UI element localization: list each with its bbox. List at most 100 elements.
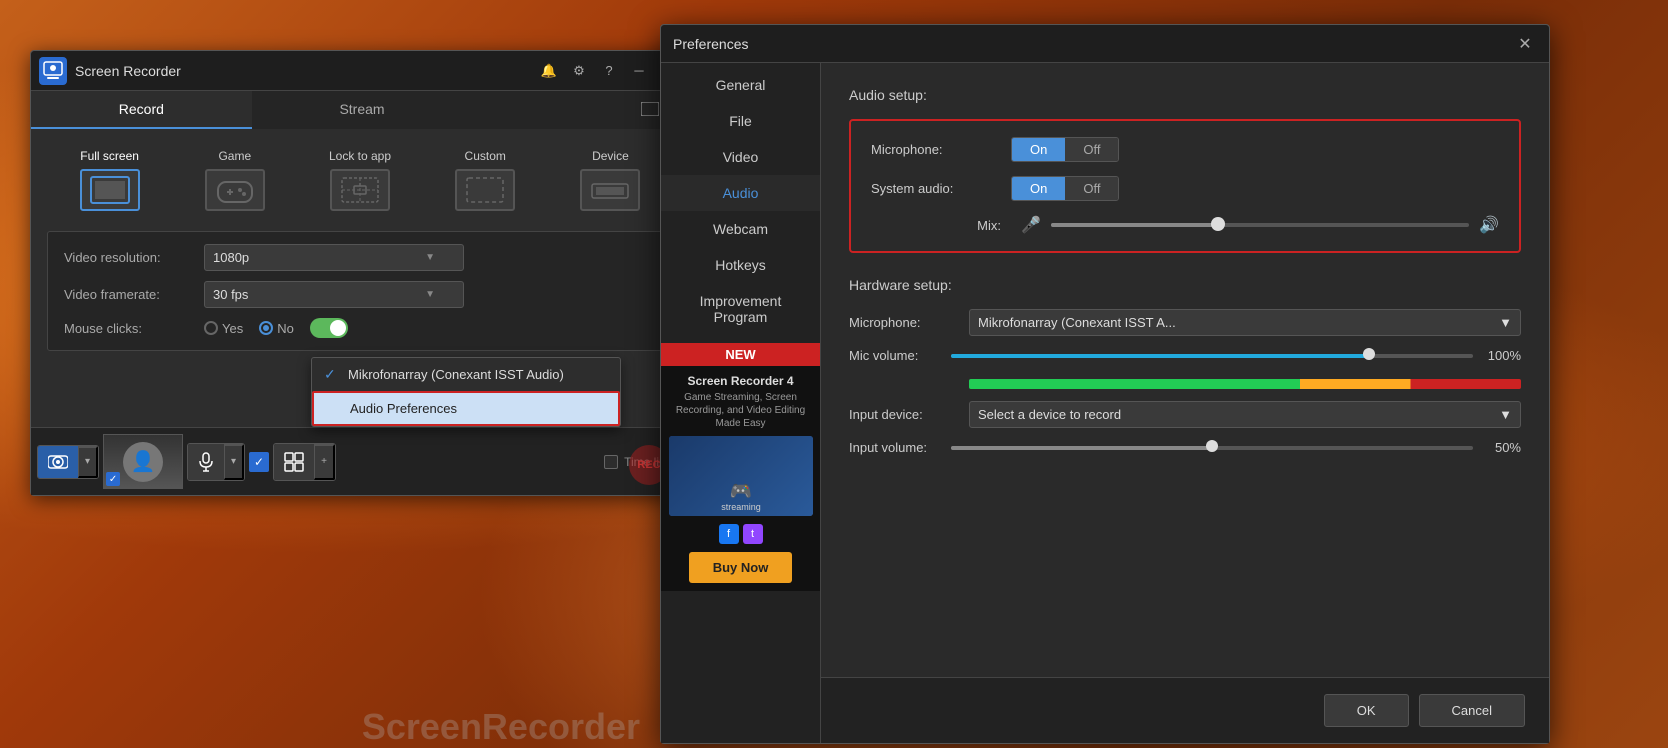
nav-improvement[interactable]: Improvement Program — [661, 283, 820, 335]
microphone-mix-icon: 🎤 — [1021, 215, 1041, 235]
cancel-button[interactable]: Cancel — [1419, 694, 1525, 727]
nav-hotkeys[interactable]: Hotkeys — [661, 247, 820, 283]
system-audio-off-button[interactable]: Off — [1065, 177, 1118, 200]
microphone-button[interactable] — [188, 444, 224, 480]
mode-fullscreen[interactable]: Full screen — [47, 145, 172, 215]
ad-thumbnail: 🎮 streaming ▶ — [669, 436, 813, 516]
input-device-dropdown-arrow: ▼ — [1499, 407, 1512, 422]
bottom-toolbar: ▾ 👤 ✓ ▾ ✓ + REC — [31, 427, 689, 495]
mix-row: Mix: 🎤 🔊 — [871, 215, 1499, 235]
ad-buy-button[interactable]: Buy Now — [689, 552, 793, 583]
mic-level-bar-container — [969, 375, 1521, 389]
mic-volume-thumb — [1363, 348, 1375, 360]
camera-dropdown-button[interactable]: ▾ — [78, 446, 98, 478]
mic-volume-label: Mic volume: — [849, 348, 951, 363]
pref-close-button[interactable]: ✕ — [1513, 32, 1537, 56]
camera-button[interactable] — [38, 446, 78, 478]
time-limit-checkbox[interactable] — [604, 455, 618, 469]
mic-check-indicator: ✓ — [249, 452, 269, 472]
microphone-audio-label: Microphone: — [871, 142, 1011, 157]
ok-button[interactable]: OK — [1324, 694, 1409, 727]
mic-level-row — [849, 375, 1521, 389]
mode-lock-icon — [330, 169, 390, 211]
mouse-yes-radio[interactable]: Yes — [204, 321, 243, 336]
mix-slider[interactable] — [1051, 223, 1469, 227]
checkmark-icon: ✓ — [324, 366, 340, 383]
mouse-clicks-toggle[interactable] — [310, 318, 348, 338]
dropdown-item-audio-preferences[interactable]: Audio Preferences — [312, 391, 620, 426]
tab-record[interactable]: Record — [31, 91, 252, 129]
camera-preview: 👤 ✓ — [103, 434, 183, 489]
effects-button[interactable] — [274, 444, 314, 480]
sr-logo-icon — [39, 57, 67, 85]
mic-volume-slider-row: 100% — [951, 348, 1521, 363]
dropdown-item-mikrofonarray[interactable]: ✓ Mikrofonarray (Conexant ISST Audio) — [312, 358, 620, 391]
mic-volume-slider[interactable] — [951, 354, 1473, 358]
effects-dropdown-button[interactable]: + — [314, 444, 335, 480]
speaker-mix-icon: 🔊 — [1479, 215, 1499, 235]
sr-window-title: Screen Recorder — [75, 63, 537, 79]
audio-dropdown-menu: ✓ Mikrofonarray (Conexant ISST Audio) Au… — [311, 357, 621, 427]
audio-setup-title: Audio setup: — [849, 87, 1521, 103]
hardware-setup-title: Hardware setup: — [849, 277, 1521, 293]
nav-general[interactable]: General — [661, 67, 820, 103]
input-volume-thumb — [1206, 440, 1218, 452]
video-resolution-label: Video resolution: — [64, 250, 204, 265]
facebook-icon: f — [719, 524, 739, 544]
audio-setup-box: Microphone: On Off System audio: On Off — [849, 119, 1521, 253]
pref-content: Audio setup: Microphone: On Off System a… — [821, 63, 1549, 677]
pref-title: Preferences — [673, 36, 1513, 52]
video-framerate-dropdown[interactable]: 30 fps ▼ — [204, 281, 656, 308]
microphone-on-button[interactable]: On — [1012, 138, 1065, 161]
microphone-toggle-row: Microphone: On Off — [871, 137, 1499, 162]
mic-volume-row: Mic volume: 100% — [849, 348, 1521, 363]
mode-custom[interactable]: Custom — [423, 145, 548, 215]
mode-selector: Full screen Game Lock to app Custom — [47, 145, 673, 215]
video-framerate-label: Video framerate: — [64, 287, 204, 302]
nav-webcam[interactable]: Webcam — [661, 211, 820, 247]
system-audio-on-button[interactable]: On — [1012, 177, 1065, 200]
mic-level-bar — [969, 379, 1521, 389]
mode-lock-to-app[interactable]: Lock to app — [297, 145, 422, 215]
mode-game-icon — [205, 169, 265, 211]
mode-custom-icon — [455, 169, 515, 211]
mode-game[interactable]: Game — [172, 145, 297, 215]
video-resolution-row: Video resolution: 1080p ▼ — [64, 244, 656, 271]
minimize-button[interactable]: ─ — [627, 59, 651, 83]
tab-stream[interactable]: Stream — [252, 91, 473, 129]
microphone-off-button[interactable]: Off — [1065, 138, 1118, 161]
dropdown-arrow-icon: ▼ — [425, 252, 435, 263]
nav-file[interactable]: File — [661, 103, 820, 139]
sr-titlebar: Screen Recorder 🔔 ⚙ ? ─ ✕ — [31, 51, 689, 91]
ad-social-icons: f t — [669, 524, 812, 544]
nav-audio[interactable]: Audio — [661, 175, 820, 211]
video-framerate-row: Video framerate: 30 fps ▼ — [64, 281, 656, 308]
mix-slider-track — [1051, 223, 1218, 227]
radio-yes-circle — [204, 321, 218, 335]
mix-label: Mix: — [871, 218, 1011, 233]
notifications-icon[interactable]: 🔔 — [537, 59, 561, 83]
nav-video[interactable]: Video — [661, 139, 820, 175]
settings-area: Video resolution: 1080p ▼ Video framerat… — [47, 231, 673, 351]
input-device-dropdown[interactable]: Select a device to record ▼ — [969, 401, 1521, 428]
microphone-dropdown-button[interactable]: ▾ — [224, 444, 244, 480]
settings-icon[interactable]: ⚙ — [567, 59, 591, 83]
mode-device[interactable]: Device — [548, 145, 673, 215]
video-resolution-dropdown[interactable]: 1080p ▼ — [204, 244, 656, 271]
dropdown-arrow-icon2: ▼ — [425, 289, 435, 300]
pref-nav: General File Video Audio Webcam Hotkeys … — [661, 63, 821, 743]
mouse-clicks-label: Mouse clicks: — [64, 321, 204, 336]
ad-new-badge: NEW — [661, 343, 820, 366]
help-icon[interactable]: ? — [597, 59, 621, 83]
mode-game-label: Game — [218, 149, 251, 163]
input-volume-slider[interactable] — [951, 446, 1473, 450]
hw-microphone-dropdown[interactable]: Mikrofonarray (Conexant ISST A... ▼ — [969, 309, 1521, 336]
hw-mic-dropdown-arrow: ▼ — [1499, 315, 1512, 330]
mouse-no-radio[interactable]: No — [259, 321, 294, 336]
camera-check-icon: ✓ — [106, 472, 120, 486]
twitch-icon: t — [743, 524, 763, 544]
mic-volume-value: 100% — [1481, 348, 1521, 363]
screen-mode-icon[interactable] — [641, 102, 659, 119]
toggle-knob — [330, 320, 346, 336]
mode-device-label: Device — [592, 149, 629, 163]
